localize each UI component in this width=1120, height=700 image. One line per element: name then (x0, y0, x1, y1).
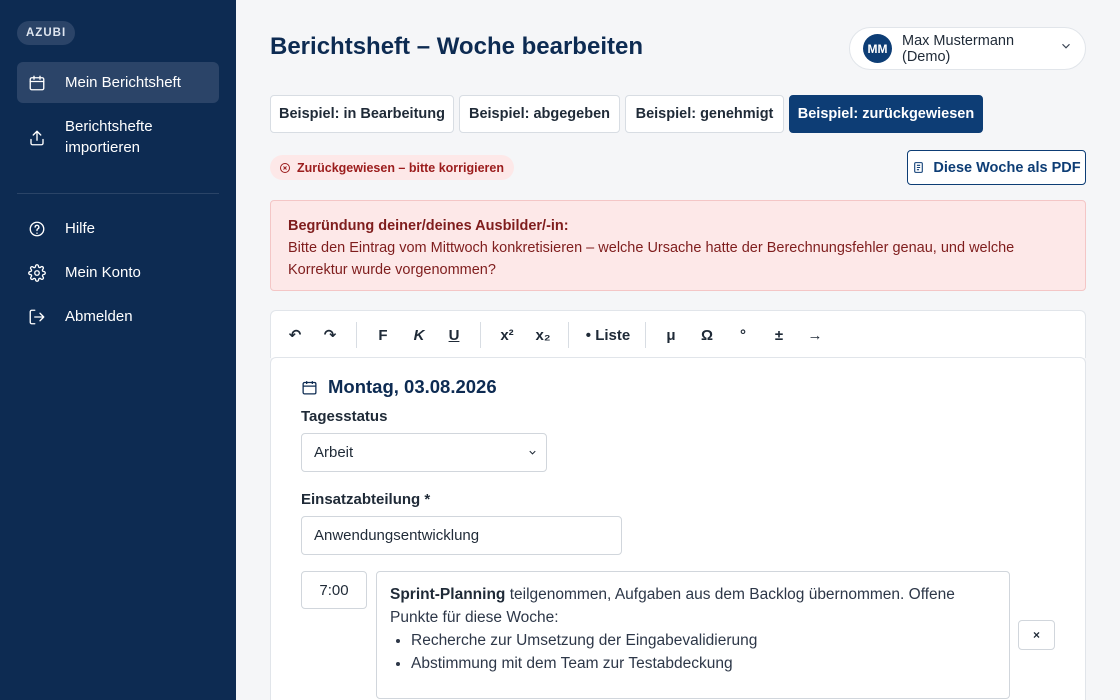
alert-title: Begründung deiner/deines Ausbilder/-in: (288, 218, 569, 234)
insert-degree-button[interactable]: ° (735, 323, 751, 347)
undo-button[interactable]: ↶ (287, 323, 303, 347)
role-badge: AZUBI (17, 21, 76, 45)
user-name: Max Mustermann (Demo) (902, 32, 1015, 65)
sidebar-item-label: Berichtshefte importieren (65, 118, 153, 156)
calendar-icon (27, 73, 47, 93)
toolbar-separator (645, 322, 646, 348)
pdf-button-label: Diese Woche als PDF (933, 159, 1081, 176)
underline-button[interactable]: U (446, 323, 462, 347)
sidebar: AZUBI Mein Berichtsheft Berichtshefte im… (0, 0, 236, 700)
entry-bullet-list: Recherche zur Umsetzung der Eingabevalid… (411, 629, 996, 675)
list-item: Abstimmung mit dem Team zur Testabdeckun… (411, 652, 996, 675)
tagesstatus-label: Tagesstatus (301, 408, 388, 425)
bold-button[interactable]: F (375, 323, 391, 347)
time-input[interactable]: 7:00 (301, 571, 367, 609)
sidebar-item-label: Mein Konto (65, 264, 141, 281)
sidebar-item-abmelden[interactable]: Abmelden (17, 306, 219, 327)
toolbar-separator (356, 322, 357, 348)
avatar: MM (863, 34, 892, 63)
einsatzabteilung-label: Einsatzabteilung * (301, 491, 431, 508)
page-title: Berichtsheft – Woche bearbeiten (270, 33, 643, 60)
tab-genehmigt[interactable]: Beispiel: genehmigt (625, 95, 784, 133)
tagesstatus-select[interactable]: Arbeit (301, 433, 547, 472)
entry-bold-lead: Sprint-Planning (390, 586, 506, 603)
remove-entry-button[interactable]: × (1018, 620, 1055, 650)
einsatzabteilung-input[interactable]: Anwendungsentwicklung (301, 516, 622, 555)
insert-arrow-button[interactable]: → (807, 323, 823, 347)
status-badge: Zurückgewiesen – bitte korrigieren (270, 155, 515, 180)
sidebar-item-label: Mein Berichtsheft (65, 74, 181, 91)
help-icon (27, 219, 47, 239)
status-label: Zurückgewiesen – bitte korrigieren (297, 160, 505, 175)
insert-mu-button[interactable]: μ (663, 323, 679, 347)
insert-omega-button[interactable]: Ω (699, 323, 715, 347)
toolbar-separator (568, 322, 569, 348)
superscript-button[interactable]: x² (497, 323, 517, 347)
list-item: Recherche zur Umsetzung der Eingabevalid… (411, 629, 996, 652)
sidebar-item-hilfe[interactable]: Hilfe (17, 218, 219, 239)
entry-text-editor[interactable]: Sprint-Planning teilgenommen, Aufgaben a… (376, 571, 1010, 699)
upload-icon (27, 128, 47, 148)
tab-abgegeben[interactable]: Beispiel: abgegeben (459, 95, 620, 133)
day-heading-text: Montag, 03.08.2026 (328, 376, 497, 397)
tagesstatus-value: Arbeit (314, 444, 354, 461)
user-menu[interactable]: MM Max Mustermann (Demo) (849, 27, 1086, 70)
pdf-button[interactable]: Diese Woche als PDF (907, 150, 1086, 185)
list-button[interactable]: • Liste (585, 323, 631, 347)
sidebar-divider (17, 193, 219, 194)
toolbar-separator (480, 322, 481, 348)
insert-plusminus-button[interactable]: ± (771, 323, 787, 347)
sidebar-item-label: Hilfe (65, 220, 96, 237)
calendar-icon (302, 380, 317, 395)
editor-toolbar: ↶ ↷ F K U x² x₂ • Liste μ Ω ° ± → (270, 310, 1086, 358)
sidebar-item-label: Abmelden (65, 308, 133, 325)
sidebar-item-mein-konto[interactable]: Mein Konto (17, 262, 219, 283)
document-icon (914, 162, 924, 173)
chevron-down-icon (1059, 39, 1073, 58)
italic-button[interactable]: K (411, 323, 427, 347)
tab-in-bearbeitung[interactable]: Beispiel: in Bearbeitung (270, 95, 454, 133)
logout-icon (27, 307, 47, 327)
sidebar-item-mein-berichtsheft[interactable]: Mein Berichtsheft (17, 62, 219, 103)
x-circle-icon (280, 162, 290, 173)
redo-button[interactable]: ↷ (322, 323, 338, 347)
gear-icon (27, 263, 47, 283)
alert-message: Bitte den Eintrag vom Mittwoch konkretis… (288, 240, 1015, 278)
rejection-reason-alert: Begründung deiner/deines Ausbilder/-in: … (270, 200, 1086, 291)
tab-zurueckgewiesen[interactable]: Beispiel: zurückgewiesen (789, 95, 983, 133)
subscript-button[interactable]: x₂ (533, 323, 553, 347)
chevron-down-icon (529, 450, 536, 455)
sidebar-item-import[interactable]: Berichtshefte importieren (17, 116, 219, 158)
day-heading: Montag, 03.08.2026 (301, 376, 497, 398)
